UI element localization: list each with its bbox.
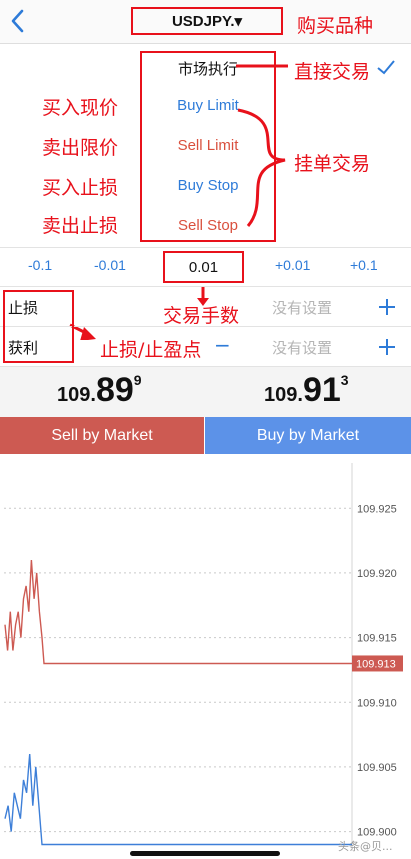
stop-loss-label: 止损	[8, 299, 39, 317]
home-indicator	[130, 851, 280, 856]
stop-loss-value[interactable]: 没有设置	[272, 297, 332, 318]
annotation-buy-limit: 买入现价	[42, 97, 119, 119]
y-tick-label: 109.915	[357, 633, 397, 645]
volume-input[interactable]: 0.01	[163, 251, 244, 283]
y-tick-label: 109.925	[357, 503, 397, 515]
ask-price-prefix: 109.	[264, 384, 303, 406]
bid-price-prefix: 109.	[57, 384, 96, 406]
watermark: 头条@贝...	[338, 840, 393, 853]
ask-price-pips: 91	[302, 371, 341, 409]
stop-loss-plus-icon[interactable]	[376, 296, 398, 318]
y-tick-label: 109.920	[357, 568, 397, 580]
volume-step-plus-0-01[interactable]: +0.01	[275, 257, 310, 273]
chart-series-line	[4, 753, 352, 846]
sell-by-market-button[interactable]: Sell by Market	[0, 417, 204, 454]
price-chart: 109.925 109.920 109.915 109.910 109.905 109.9…	[4, 463, 403, 851]
volume-step-minus-0-01[interactable]: -0.01	[94, 257, 126, 273]
volume-step-minus-0-1[interactable]: -0.1	[28, 257, 52, 273]
chart-series-line	[4, 559, 352, 665]
take-profit-label: 获利	[8, 339, 39, 357]
annotation-sl-tp: 止损/止盈点	[100, 339, 202, 361]
ask-price-fraction: 3	[340, 372, 349, 388]
annotation-sell-limit: 卖出限价	[42, 137, 119, 159]
take-profit-value[interactable]: 没有设置	[272, 337, 332, 358]
bid-price-fraction: 9	[133, 372, 142, 388]
current-price-label: 109.913	[356, 658, 396, 670]
annotation-volume: 交易手数	[163, 305, 240, 327]
take-profit-plus-icon[interactable]	[376, 336, 398, 358]
bid-price-pips: 89	[95, 371, 134, 409]
annotation-buy-stop: 买入止损	[42, 177, 119, 199]
y-tick-label: 109.900	[357, 827, 397, 839]
buy-by-market-button[interactable]: Buy by Market	[205, 417, 411, 454]
ask-price: 109.913	[264, 371, 349, 410]
annotation-sell-stop: 卖出止损	[42, 215, 119, 237]
annotation-pending: 挂单交易	[294, 153, 371, 175]
volume-step-plus-0-1[interactable]: +0.1	[350, 257, 378, 273]
y-tick-label: 109.905	[357, 762, 397, 774]
annotation-market: 直接交易	[294, 61, 371, 83]
bid-price: 109.899	[57, 371, 142, 410]
y-tick-label: 109.910	[357, 697, 397, 709]
take-profit-minus-button[interactable]: −	[214, 333, 231, 357]
